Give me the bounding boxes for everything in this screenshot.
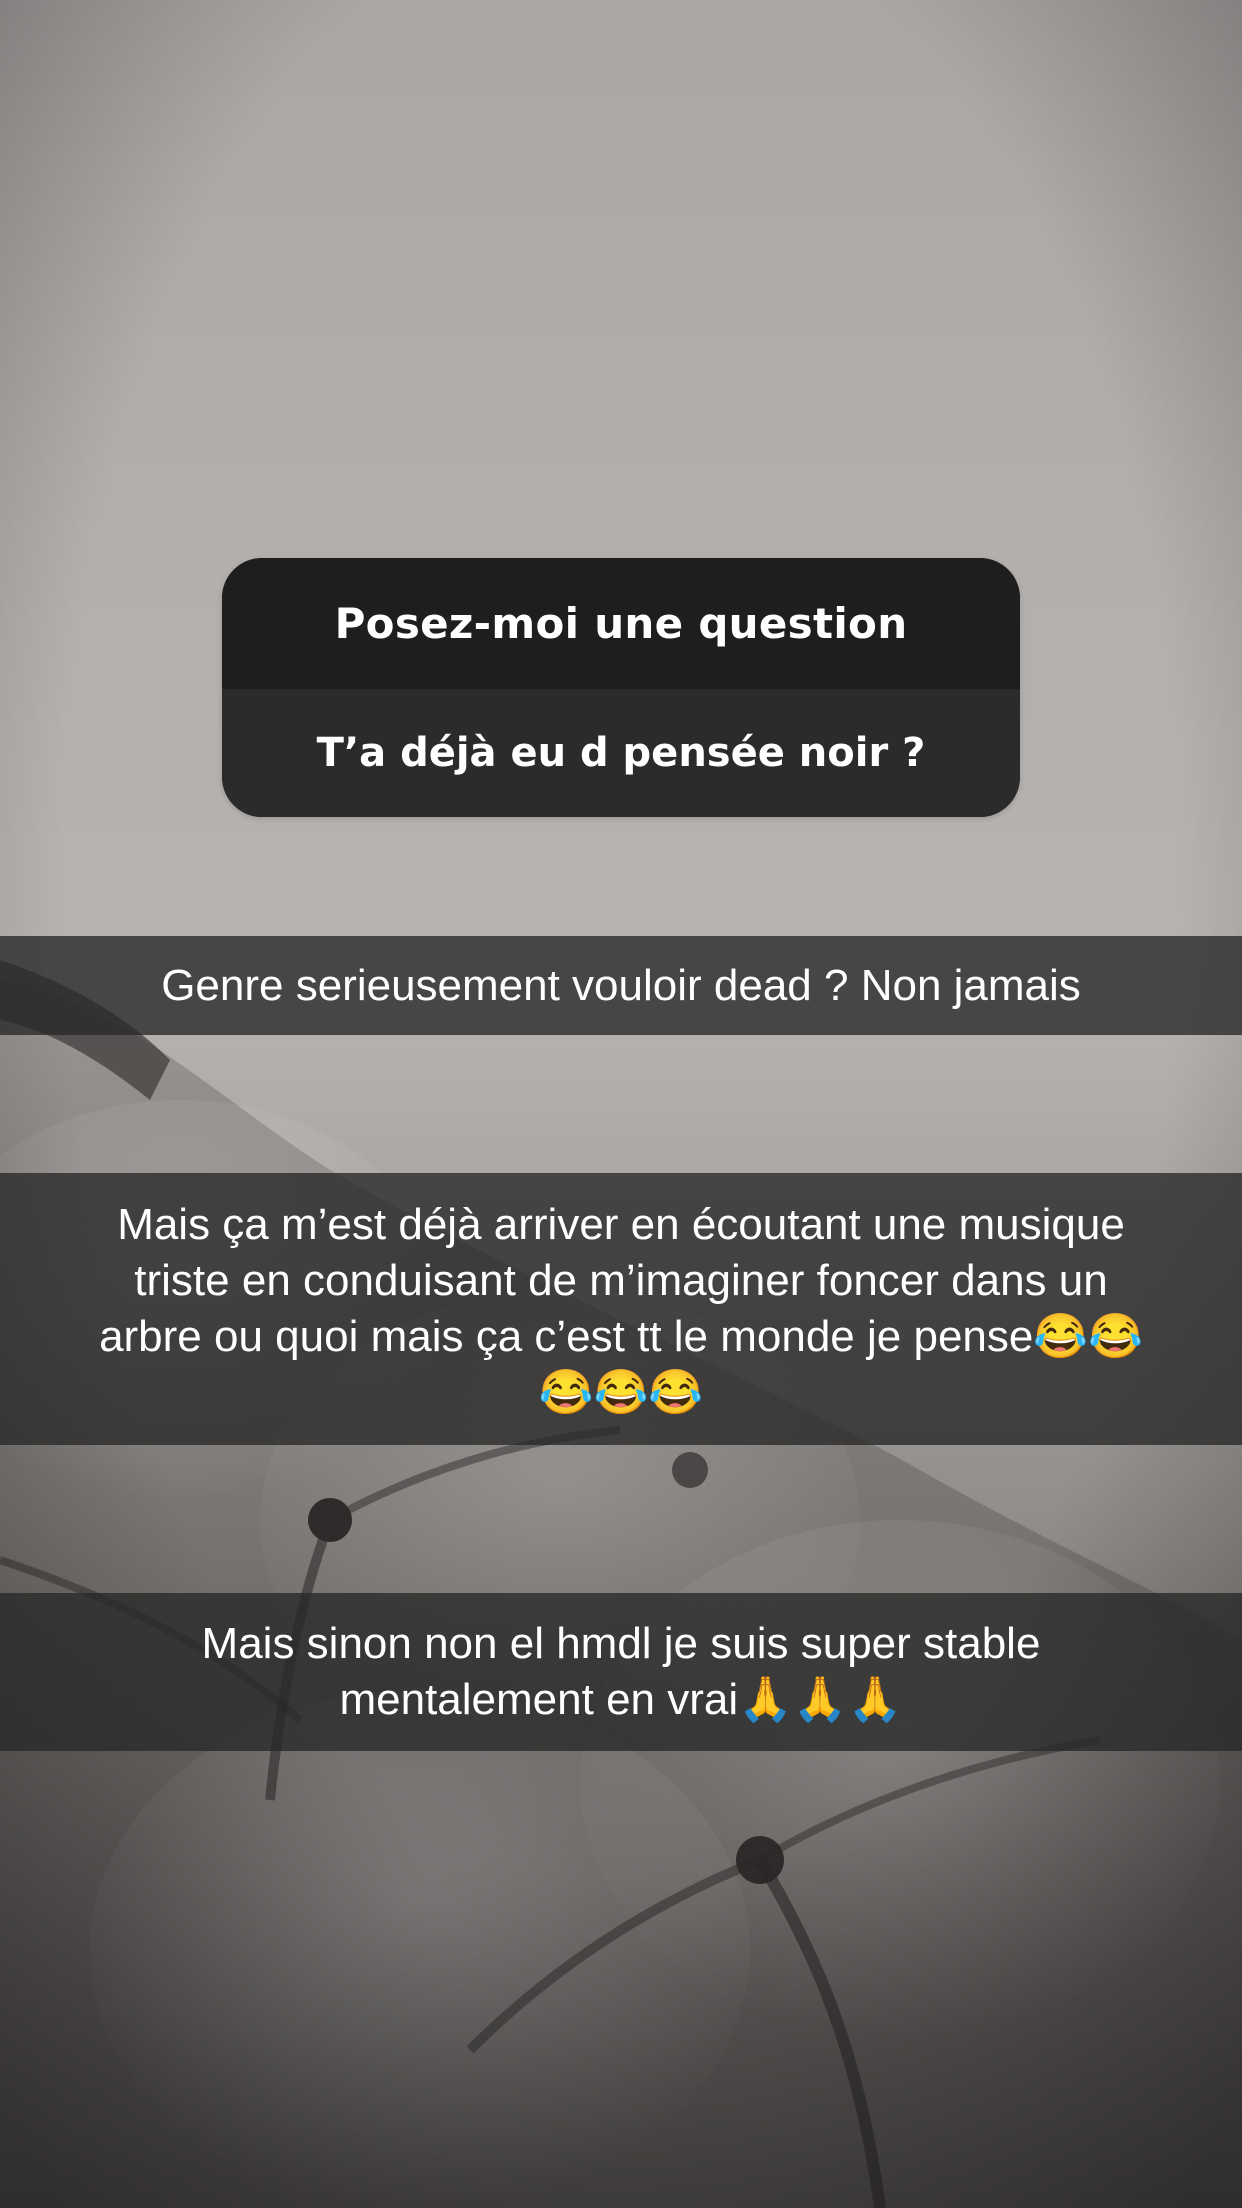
question-sticker-question: T’a déjà eu d pensée noir ? bbox=[316, 730, 926, 776]
caption-text: Mais sinon non el hmdl je suis super sta… bbox=[201, 1619, 1041, 1724]
caption-bar: Genre serieusement vouloir dead ? Non ja… bbox=[0, 936, 1242, 1035]
question-sticker[interactable]: Posez-moi une question T’a déjà eu d pen… bbox=[222, 558, 1020, 817]
question-sticker-title: Posez-moi une question bbox=[334, 599, 908, 648]
story-canvas: Posez-moi une question T’a déjà eu d pen… bbox=[0, 0, 1242, 2208]
caption-text: Genre serieusement vouloir dead ? Non ja… bbox=[161, 960, 1081, 1010]
caption-text: Mais ça m’est déjà arriver en écoutant u… bbox=[99, 1200, 1143, 1417]
caption-bar: Mais sinon non el hmdl je suis super sta… bbox=[0, 1593, 1242, 1751]
question-sticker-body: T’a déjà eu d pensée noir ? bbox=[222, 689, 1020, 817]
question-sticker-header: Posez-moi une question bbox=[222, 558, 1020, 689]
caption-bar: Mais ça m’est déjà arriver en écoutant u… bbox=[0, 1173, 1242, 1445]
background-photo bbox=[0, 0, 1242, 2208]
